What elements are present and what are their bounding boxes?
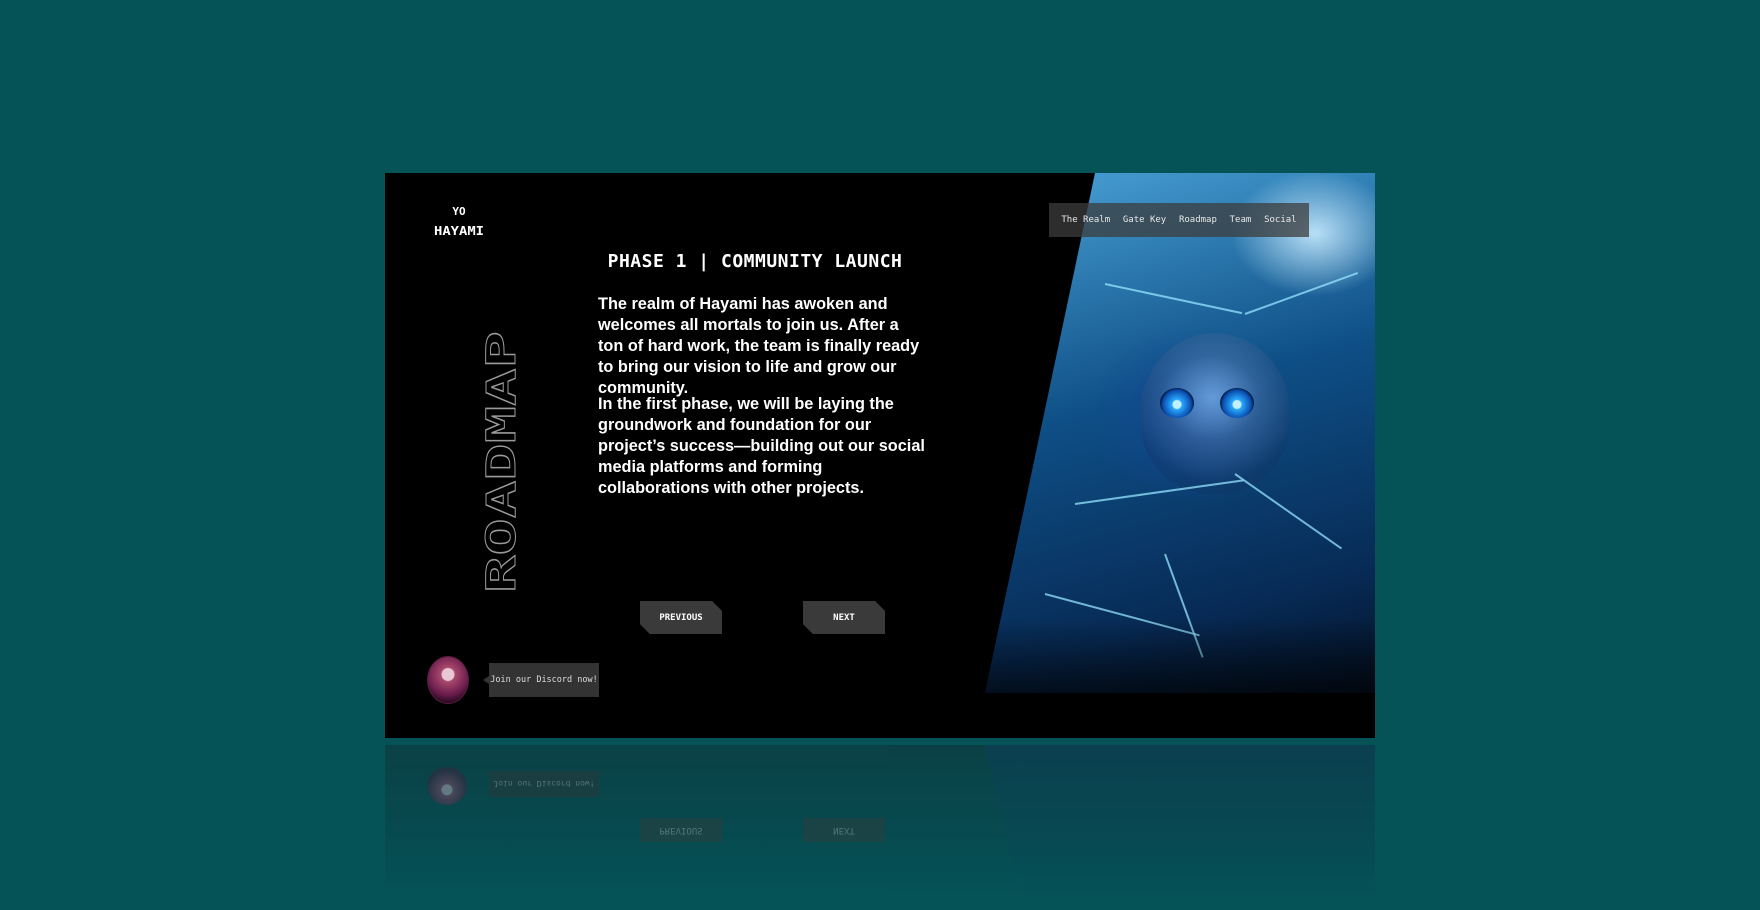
logo-mark-top: YO [452,205,466,218]
previous-button-reflection: PREVIOUS [640,818,722,842]
previous-button[interactable]: PREVIOUS [640,601,722,634]
main-navigation: The Realm Gate Key Roadmap Team Social [1049,203,1309,237]
hayami-logo[interactable]: YO HAYAMI [433,202,485,240]
logo-wordmark: HAYAMI [434,224,484,238]
nav-link-team[interactable]: Team [1230,215,1252,225]
nav-link-roadmap[interactable]: Roadmap [1179,215,1217,225]
ice-crack [1244,272,1359,315]
left-eye [1160,388,1194,418]
phase-heading: PHASE 1 | COMMUNITY LAUNCH [607,251,903,272]
phase-description-1: The realm of Hayami has awoken and welco… [598,295,920,397]
artwork-fade [985,618,1375,693]
phase-description-2: In the first phase, we will be laying th… [598,395,925,497]
next-button-reflection: NEXT [803,818,885,842]
avatar-reflection [427,767,467,805]
right-eye [1220,388,1254,418]
nav-link-gate-key[interactable]: Gate Key [1123,215,1166,225]
roadmap-vertical-title: ROADMAP [480,331,526,594]
site-frame: YO HAYAMI The Realm Gate Key Roadmap Tea… [385,173,1375,738]
frame-reflection: Join our Discord now! PREVIOUS NEXT [385,745,1375,910]
ice-crack [1234,473,1343,550]
nav-link-the-realm[interactable]: The Realm [1061,215,1110,225]
discord-invite-bubble[interactable]: Join our Discord now! [483,663,599,697]
discord-avatar[interactable] [427,656,469,704]
discord-bubble-reflection: Join our Discord now! [489,771,599,797]
artwork-reflection [985,745,1375,910]
hero-artwork [985,173,1375,693]
ice-crack [1104,283,1243,315]
character-face [1140,333,1290,493]
nav-link-social[interactable]: Social [1264,215,1297,225]
next-button[interactable]: NEXT [803,601,885,634]
roadmap-title-text: ROADMAP [480,331,525,593]
